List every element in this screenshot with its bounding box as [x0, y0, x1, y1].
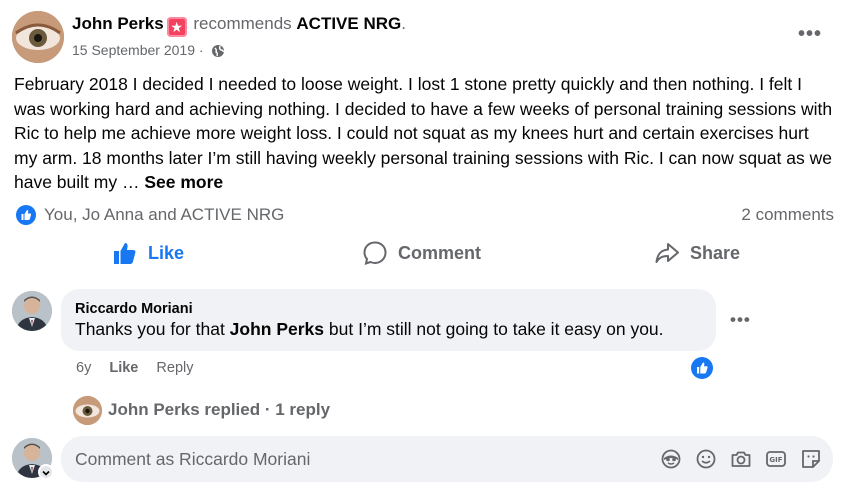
share-button[interactable]: Share: [654, 234, 740, 272]
svg-text:GIF: GIF: [769, 456, 782, 464]
like-reaction-icon[interactable]: [16, 205, 36, 225]
like-label: Like: [148, 242, 185, 263]
comment-like-link[interactable]: Like: [109, 360, 138, 376]
page-name-link[interactable]: ACTIVE NRG: [296, 14, 401, 33]
post-meta: 15 September 2019 ·: [72, 40, 225, 63]
emoji-icon[interactable]: [694, 447, 718, 471]
post-body: February 2018 I decided I needed to loos…: [14, 72, 836, 195]
post-options-icon[interactable]: •••: [798, 24, 822, 44]
comment-mention[interactable]: John Perks: [230, 319, 324, 339]
star-badge-icon: ★: [166, 17, 187, 37]
comment-meta: 6y Like Reply: [76, 360, 207, 376]
recommendation-post-card: John Perks ★ recommends ACTIVE NRG. 15 Se…: [0, 0, 848, 490]
reaction-names[interactable]: You, Jo Anna and ACTIVE NRG: [44, 205, 284, 225]
recommends-text: recommends: [193, 14, 292, 33]
sticker-icon[interactable]: [799, 447, 823, 471]
comment-composer[interactable]: Comment as Riccardo Moriani GIF: [61, 436, 833, 482]
author-name[interactable]: John Perks: [72, 14, 164, 33]
replier-avatar[interactable]: [73, 396, 102, 425]
thumbs-up-icon: [114, 243, 136, 264]
see-more-link[interactable]: See more: [144, 172, 223, 192]
comment-bubble: Riccardo Moriani Thanks you for that Joh…: [61, 289, 716, 351]
comment-reply-link[interactable]: Reply: [156, 360, 193, 376]
comment-button[interactable]: Comment: [362, 234, 481, 272]
comment-options-icon[interactable]: •••: [730, 310, 751, 330]
view-replies-link[interactable]: John Perks replied · 1 reply: [108, 400, 330, 420]
comment-count[interactable]: 2 comments: [741, 205, 834, 225]
chevron-down-icon[interactable]: [38, 464, 54, 480]
author-avatar[interactable]: [12, 11, 64, 63]
meta-separator: ·: [198, 42, 204, 58]
comment-like-reaction-icon[interactable]: [691, 357, 713, 379]
post-header-line: John Perks ★ recommends ACTIVE NRG.: [72, 12, 406, 37]
avatar-sticker-icon[interactable]: [659, 447, 683, 471]
comment-bubble-icon: [363, 241, 387, 266]
gif-icon[interactable]: GIF: [764, 447, 788, 471]
comment-label: Comment: [398, 242, 482, 263]
share-label: Share: [690, 242, 741, 263]
reactions-summary: You, Jo Anna and ACTIVE NRG 2 comments: [14, 202, 834, 228]
camera-icon[interactable]: [729, 447, 753, 471]
commenter-name[interactable]: Riccardo Moriani: [75, 301, 193, 317]
commenter-avatar[interactable]: [12, 291, 52, 331]
comment-text-before: Thanks you for that: [75, 319, 230, 339]
comment-text: Thanks you for that John Perks but I’m s…: [75, 319, 664, 340]
globe-icon: [211, 43, 225, 63]
post-text: February 2018 I decided I needed to loos…: [14, 74, 833, 192]
post-actions-bar: Like Comment Share: [0, 234, 848, 272]
share-arrow-icon: [655, 243, 679, 263]
composer-tools: GIF: [659, 447, 823, 471]
header-period: .: [401, 14, 406, 33]
post-date[interactable]: 15 September 2019: [72, 42, 195, 58]
comment-input[interactable]: Comment as Riccardo Moriani: [75, 449, 310, 470]
comment-text-after: but I’m still not going to take it easy …: [324, 319, 664, 339]
like-button[interactable]: Like: [112, 234, 184, 272]
comment-age[interactable]: 6y: [76, 360, 91, 376]
